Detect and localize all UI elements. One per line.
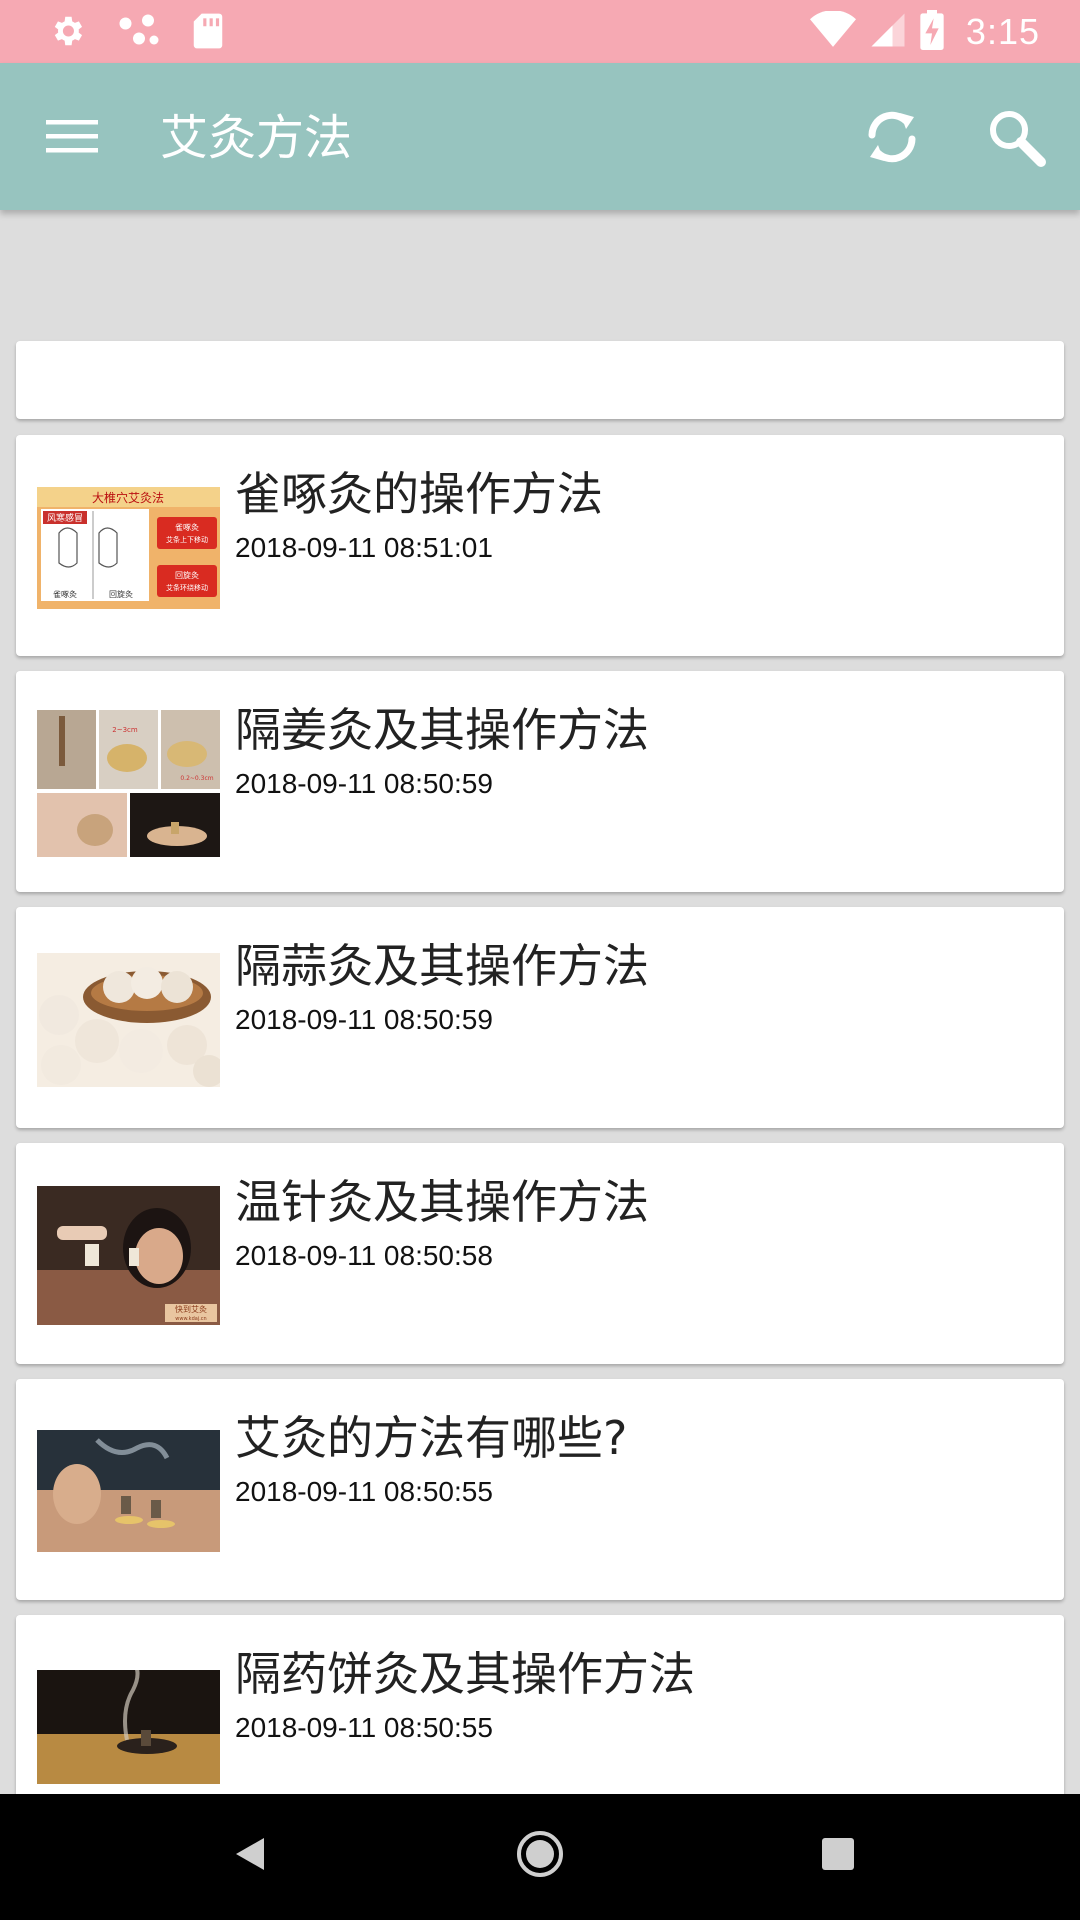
- list-item[interactable]: 2~3cm 0.2~0.3cm 隔姜灸及其操作方法 2018-09-11 08:…: [16, 671, 1064, 892]
- status-bar: 3:15: [0, 0, 1080, 63]
- article-thumbnail: [37, 953, 220, 1087]
- home-button[interactable]: [510, 1826, 570, 1886]
- svg-text:回旋灸: 回旋灸: [109, 589, 133, 599]
- navigation-bar: [0, 1794, 1080, 1920]
- article-title: 雀啄灸的操作方法: [235, 467, 603, 521]
- svg-text:快到艾灸: 快到艾灸: [175, 1304, 207, 1314]
- search-icon: [985, 106, 1047, 172]
- article-date: 2018-09-11 08:51:01: [235, 532, 493, 563]
- article-thumbnail: 快到艾灸 www.kdaj.cn: [37, 1186, 220, 1325]
- article-thumbnail: [37, 1670, 220, 1784]
- menu-icon: [46, 116, 98, 160]
- share-dots-icon: [118, 12, 160, 54]
- article-date: 2018-09-11 08:50:59: [235, 768, 493, 799]
- list-item[interactable]: 隔蒜灸及其操作方法 2018-09-11 08:50:59: [16, 907, 1064, 1128]
- svg-text:www.kdaj.cn: www.kdaj.cn: [175, 1316, 206, 1322]
- svg-text:艾条上下移动: 艾条上下移动: [166, 535, 208, 544]
- back-icon: [232, 1834, 268, 1878]
- article-date: 2018-09-11 08:50:55: [235, 1476, 493, 1507]
- svg-text:0.2~0.3cm: 0.2~0.3cm: [180, 775, 213, 782]
- svg-text:雀啄灸: 雀啄灸: [53, 589, 77, 599]
- home-icon: [515, 1829, 565, 1883]
- recents-icon: [820, 1836, 856, 1876]
- list-item-blank[interactable]: [16, 341, 1064, 419]
- article-title: 艾灸的方法有哪些?: [235, 1411, 628, 1465]
- svg-text:回旋灸: 回旋灸: [175, 570, 199, 580]
- refresh-button[interactable]: [852, 101, 932, 177]
- list-item[interactable]: 快到艾灸 www.kdaj.cn 温针灸及其操作方法 2018-09-11 08…: [16, 1143, 1064, 1364]
- status-left-icons: [48, 12, 224, 54]
- page-title: 艾灸方法: [160, 110, 353, 166]
- article-date: 2018-09-11 08:50:55: [235, 1712, 493, 1743]
- list-item[interactable]: 隔药饼灸及其操作方法 2018-09-11 08:50:55: [16, 1615, 1064, 1794]
- thumb-top-text: 大椎穴艾灸法: [92, 490, 164, 505]
- article-date: 2018-09-11 08:50:59: [235, 1004, 493, 1035]
- menu-button[interactable]: [34, 103, 110, 173]
- svg-text:风寒感冒: 风寒感冒: [47, 512, 83, 524]
- list-item[interactable]: 艾灸的方法有哪些? 2018-09-11 08:50:55: [16, 1379, 1064, 1600]
- signal-icon: [870, 11, 906, 53]
- article-title: 隔药饼灸及其操作方法: [235, 1647, 695, 1701]
- article-thumbnail: [37, 1430, 220, 1552]
- recents-button[interactable]: [808, 1826, 868, 1886]
- app-bar: 艾灸方法: [0, 63, 1080, 210]
- article-title: 隔蒜灸及其操作方法: [235, 939, 649, 993]
- article-title: 温针灸及其操作方法: [235, 1175, 649, 1229]
- sd-card-icon: [192, 12, 224, 54]
- search-button[interactable]: [976, 101, 1056, 177]
- settings-icon: [48, 12, 86, 54]
- back-button[interactable]: [220, 1826, 280, 1886]
- battery-charging-icon: [920, 9, 944, 54]
- refresh-icon: [860, 105, 924, 173]
- wifi-icon: [809, 9, 856, 53]
- article-thumbnail: 2~3cm 0.2~0.3cm: [37, 710, 220, 857]
- svg-text:2~3cm: 2~3cm: [112, 726, 138, 734]
- article-list[interactable]: 大椎穴艾灸法 风寒感冒 雀啄灸 回旋灸 雀啄灸 艾条上下移动 回旋灸 艾条环绕移…: [0, 210, 1080, 1794]
- svg-text:艾条环绕移动: 艾条环绕移动: [166, 583, 208, 592]
- list-item[interactable]: 大椎穴艾灸法 风寒感冒 雀啄灸 回旋灸 雀啄灸 艾条上下移动 回旋灸 艾条环绕移…: [16, 435, 1064, 656]
- article-title: 隔姜灸及其操作方法: [235, 703, 649, 757]
- article-thumbnail: 大椎穴艾灸法 风寒感冒 雀啄灸 回旋灸 雀啄灸 艾条上下移动 回旋灸 艾条环绕移…: [37, 487, 220, 609]
- status-right-icons: 3:15: [809, 0, 1040, 63]
- status-time: 3:15: [965, 10, 1040, 52]
- article-date: 2018-09-11 08:50:58: [235, 1240, 493, 1271]
- svg-text:雀啄灸: 雀啄灸: [175, 522, 199, 532]
